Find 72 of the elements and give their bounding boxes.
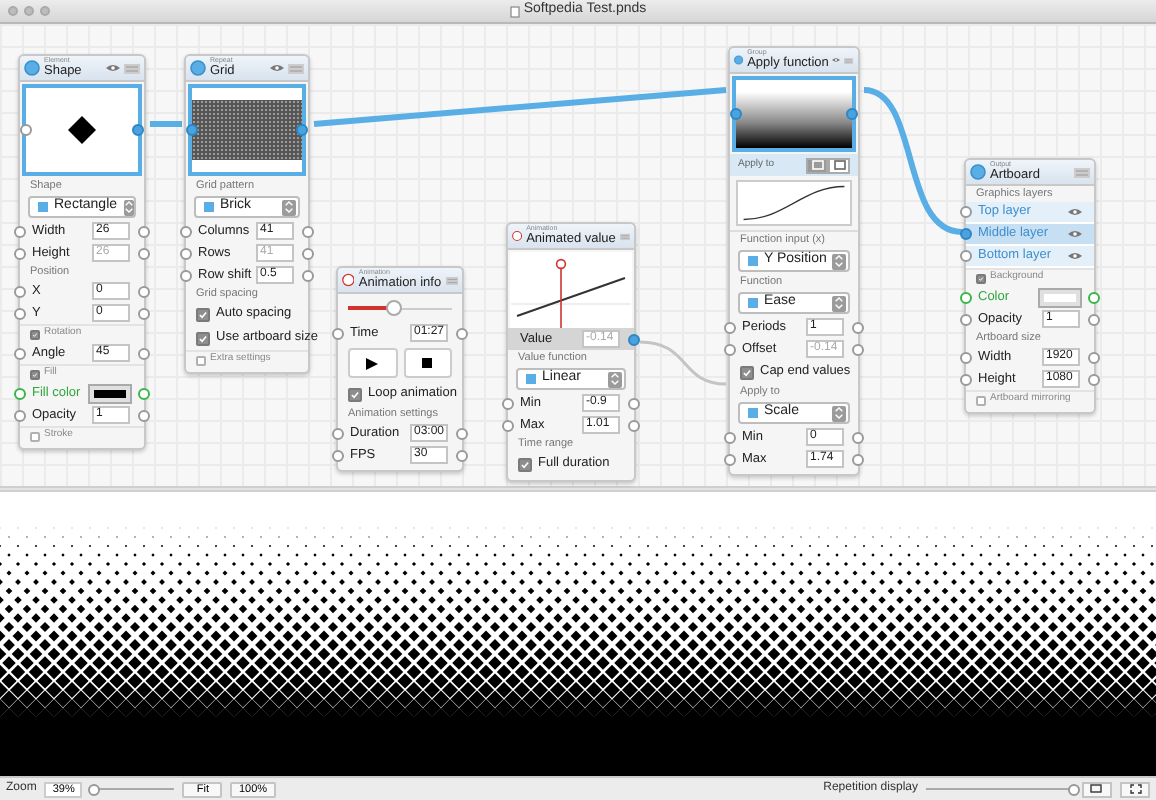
- screens-icon: [1090, 784, 1104, 794]
- grid-pattern-preview: [192, 100, 302, 160]
- checkbox[interactable]: [740, 365, 754, 379]
- play-button[interactable]: [348, 348, 397, 378]
- slider-thumb[interactable]: [1068, 783, 1080, 795]
- menu-icon[interactable]: [288, 63, 304, 73]
- slider[interactable]: [90, 782, 175, 796]
- menu-icon[interactable]: [619, 231, 630, 241]
- checkbox[interactable]: [196, 331, 210, 345]
- apply-mode-toggle[interactable]: [806, 157, 828, 173]
- checkbox[interactable]: [518, 457, 532, 471]
- eye-icon[interactable]: [1068, 252, 1082, 260]
- color-swatch[interactable]: [1040, 289, 1080, 305]
- option-icon: [748, 298, 758, 308]
- checkbox[interactable]: [976, 273, 986, 283]
- menu-icon[interactable]: [445, 275, 458, 285]
- checkbox[interactable]: [30, 329, 40, 339]
- node-canvas[interactable]: [0, 24, 1156, 486]
- ease-curve-drawing: [736, 180, 852, 226]
- eye-icon[interactable]: [270, 64, 284, 72]
- checkbox[interactable]: [976, 395, 986, 405]
- stepper-icon: [282, 199, 296, 215]
- connector-port[interactable]: [730, 108, 742, 120]
- apply-mode-toggle[interactable]: [828, 157, 850, 173]
- node-type-icon: [342, 272, 355, 288]
- option-icon: [748, 256, 758, 266]
- eye-icon[interactable]: [1068, 230, 1082, 238]
- document-icon: [509, 5, 520, 17]
- eye-icon[interactable]: [832, 56, 841, 64]
- menu-icon[interactable]: [844, 55, 854, 65]
- diamond-shape-icon: [68, 116, 96, 144]
- fullscreen-button[interactable]: [1120, 781, 1150, 797]
- option-icon: [38, 202, 48, 212]
- eye-icon[interactable]: [106, 64, 120, 72]
- option-icon: [526, 374, 536, 384]
- stop-button[interactable]: [403, 348, 452, 378]
- stepper-icon: [832, 405, 846, 421]
- node-type-icon: [970, 164, 986, 180]
- stepper-icon: [832, 253, 846, 269]
- node-type-icon: [190, 60, 206, 76]
- menu-icon[interactable]: [1074, 167, 1090, 177]
- option-icon: [204, 202, 214, 212]
- connector-port[interactable]: [186, 124, 198, 136]
- connector-port[interactable]: [628, 333, 640, 345]
- eye-icon[interactable]: [1068, 208, 1082, 216]
- connection-line: [150, 121, 182, 127]
- stepper-icon: [608, 371, 622, 387]
- menu-icon[interactable]: [124, 63, 140, 73]
- checkbox[interactable]: [30, 431, 40, 441]
- time-slider[interactable]: [348, 300, 452, 316]
- connection-line: [639, 340, 727, 386]
- checkbox[interactable]: [30, 369, 40, 379]
- slider-thumb[interactable]: [88, 783, 101, 795]
- checkbox[interactable]: [348, 387, 362, 401]
- stop-icon: [422, 358, 433, 368]
- color-swatch[interactable]: [90, 385, 130, 401]
- checkbox[interactable]: [196, 355, 206, 365]
- slider-thumb[interactable]: [386, 300, 403, 316]
- display-mode-button[interactable]: [1082, 781, 1112, 797]
- option-icon: [748, 408, 758, 418]
- stepper-icon: [832, 295, 846, 311]
- stepper-icon: [123, 199, 134, 215]
- node-type-icon: [24, 60, 40, 76]
- fullscreen-icon: [1129, 784, 1141, 794]
- slider[interactable]: [926, 782, 1074, 796]
- connector-port[interactable]: [132, 124, 144, 136]
- gradient-preview: [736, 92, 852, 148]
- line-graph-drawing: [510, 252, 632, 328]
- play-icon: [366, 357, 379, 369]
- node-type-icon: [734, 52, 744, 68]
- node-type-icon: [512, 228, 523, 244]
- checkbox[interactable]: [196, 307, 210, 321]
